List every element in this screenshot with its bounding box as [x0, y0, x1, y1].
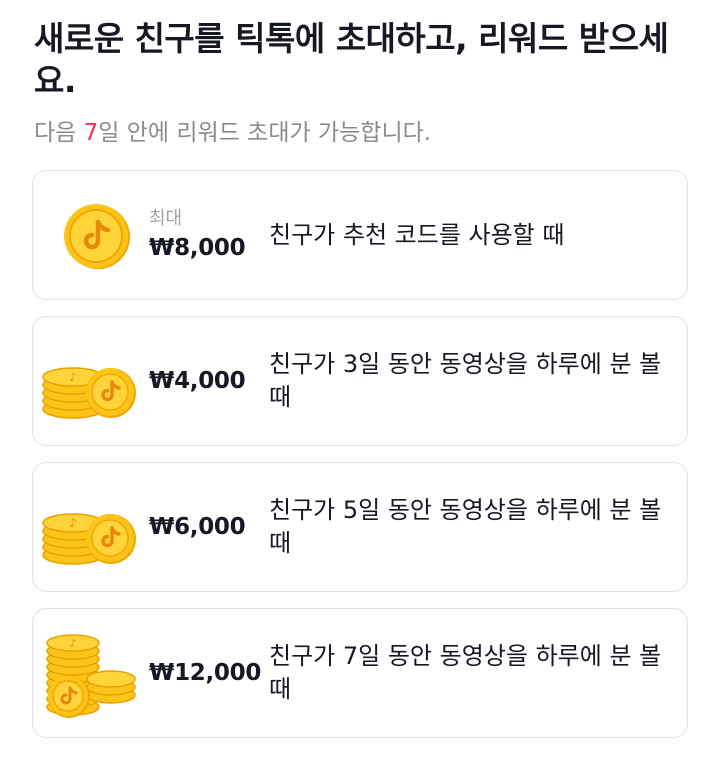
reward-amount-block: ₩4,000 — [149, 317, 246, 445]
reward-description: 친구가 3일 동안 동영상을 하루에 분 볼 때 — [269, 350, 662, 411]
coin-stack-icon: ♪ — [42, 513, 136, 565]
svg-text:♪: ♪ — [69, 637, 76, 650]
coin-stack-icon: ♪ — [42, 367, 136, 419]
reward-amount-block: ₩12,000 — [149, 609, 261, 737]
reward-amount-block: 최대 ₩8,000 — [149, 171, 246, 299]
reward-amount: ₩12,000 — [149, 660, 262, 686]
reward-description: 친구가 추천 코드를 사용할 때 — [269, 220, 565, 249]
reward-amount: ₩8,000 — [149, 235, 246, 261]
subtitle-prefix: 다음 — [34, 120, 84, 146]
subtitle-suffix: 일 안에 리워드 초대가 가능합니다. — [98, 120, 432, 146]
coin-pile-icon: ♪ — [46, 634, 136, 718]
reward-card-3-days[interactable]: ♪ ₩4,000 친구가 3일 동안 동영상을 하루에 분 볼 때 — [32, 316, 688, 446]
single-coin-icon — [64, 204, 130, 269]
days-remaining: 7 — [83, 120, 99, 146]
invite-period-text: 다음 7일 안에 리워드 초대가 가능합니다. — [34, 116, 431, 150]
reward-amount: ₩6,000 — [149, 514, 246, 540]
reward-amount: ₩4,000 — [149, 368, 246, 394]
reward-card-7-days[interactable]: ♪ ₩12,000 친구가 7일 동안 동영상을 하루에 분 볼 때 — [32, 608, 688, 738]
reward-card-5-days[interactable]: ♪ ₩6,000 친구가 5일 동안 동영상을 하루에 분 볼 때 — [32, 462, 688, 592]
svg-text:♪: ♪ — [69, 370, 77, 384]
reward-description: 친구가 5일 동안 동영상을 하루에 분 볼 때 — [269, 496, 662, 557]
reward-amount-block: ₩6,000 — [149, 463, 246, 591]
reward-card-referral-code[interactable]: 최대 ₩8,000 친구가 추천 코드를 사용할 때 — [32, 170, 688, 300]
svg-text:♪: ♪ — [69, 516, 77, 530]
max-caption: 최대 — [149, 208, 183, 229]
reward-description: 친구가 7일 동안 동영상을 하루에 분 볼 때 — [269, 642, 662, 703]
page-title: 새로운 친구를 틱톡에 초대하고, 리워드 받으세요. — [34, 19, 669, 100]
